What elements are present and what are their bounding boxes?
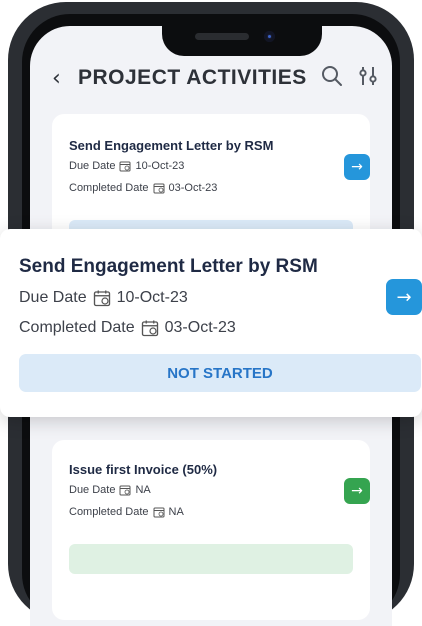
calendar-icon (153, 182, 165, 194)
completed-date-value: NA (168, 506, 184, 518)
completed-date-row: Completed Date 03-Oct-23 (19, 319, 236, 337)
status-badge: NOT STARTED (19, 354, 421, 392)
arrow-right-icon: → (396, 286, 412, 308)
filter-sliders-icon[interactable] (356, 64, 380, 88)
card-title: Send Engagement Letter by RSM (69, 138, 274, 153)
due-date-label: Due Date (69, 484, 116, 496)
completed-date-label: Completed Date (69, 506, 149, 518)
arrow-right-icon: → (351, 159, 363, 175)
arrow-right-icon: → (351, 483, 363, 499)
calendar-icon (119, 160, 131, 172)
calendar-icon (93, 289, 111, 307)
due-date-row: Due Date 10-Oct-23 (69, 160, 184, 172)
page-title: PROJECT ACTIVITIES (78, 66, 307, 89)
due-date-value: 10-Oct-23 (135, 160, 185, 172)
activity-card[interactable]: Issue first Invoice (50%) Due Date NA Co… (52, 440, 370, 620)
completed-date-value: 03-Oct-23 (168, 182, 218, 194)
due-date-label: Due Date (69, 160, 116, 172)
search-icon[interactable] (320, 64, 344, 88)
completed-date-value: 03-Oct-23 (164, 319, 236, 336)
calendar-icon (153, 506, 165, 518)
due-date-row: Due Date 10-Oct-23 (19, 289, 188, 307)
status-badge (69, 544, 353, 574)
due-date-value: 10-Oct-23 (116, 289, 188, 306)
completed-date-label: Completed Date (19, 319, 135, 336)
camera-icon (264, 31, 275, 42)
due-date-label: Due Date (19, 289, 87, 306)
speaker-grille (195, 33, 249, 40)
completed-date-label: Completed Date (69, 182, 149, 194)
back-button[interactable]: ‹ (52, 66, 61, 91)
card-title: Issue first Invoice (50%) (69, 462, 218, 477)
completed-date-row: Completed Date 03-Oct-23 (69, 182, 217, 194)
completed-date-row: Completed Date NA (69, 506, 184, 518)
card-title: Send Engagement Letter by RSM (19, 256, 318, 277)
calendar-icon (141, 319, 159, 337)
due-date-value: NA (135, 484, 151, 496)
open-activity-button[interactable]: → (386, 279, 422, 315)
activity-card-zoomed[interactable]: Send Engagement Letter by RSM Due Date 1… (0, 229, 422, 417)
app-header: ‹ PROJECT ACTIVITIES (30, 56, 392, 112)
calendar-icon (119, 484, 131, 496)
phone-notch (162, 26, 322, 56)
due-date-row: Due Date NA (69, 484, 151, 496)
open-activity-button[interactable]: → (344, 154, 370, 180)
open-activity-button[interactable]: → (344, 478, 370, 504)
